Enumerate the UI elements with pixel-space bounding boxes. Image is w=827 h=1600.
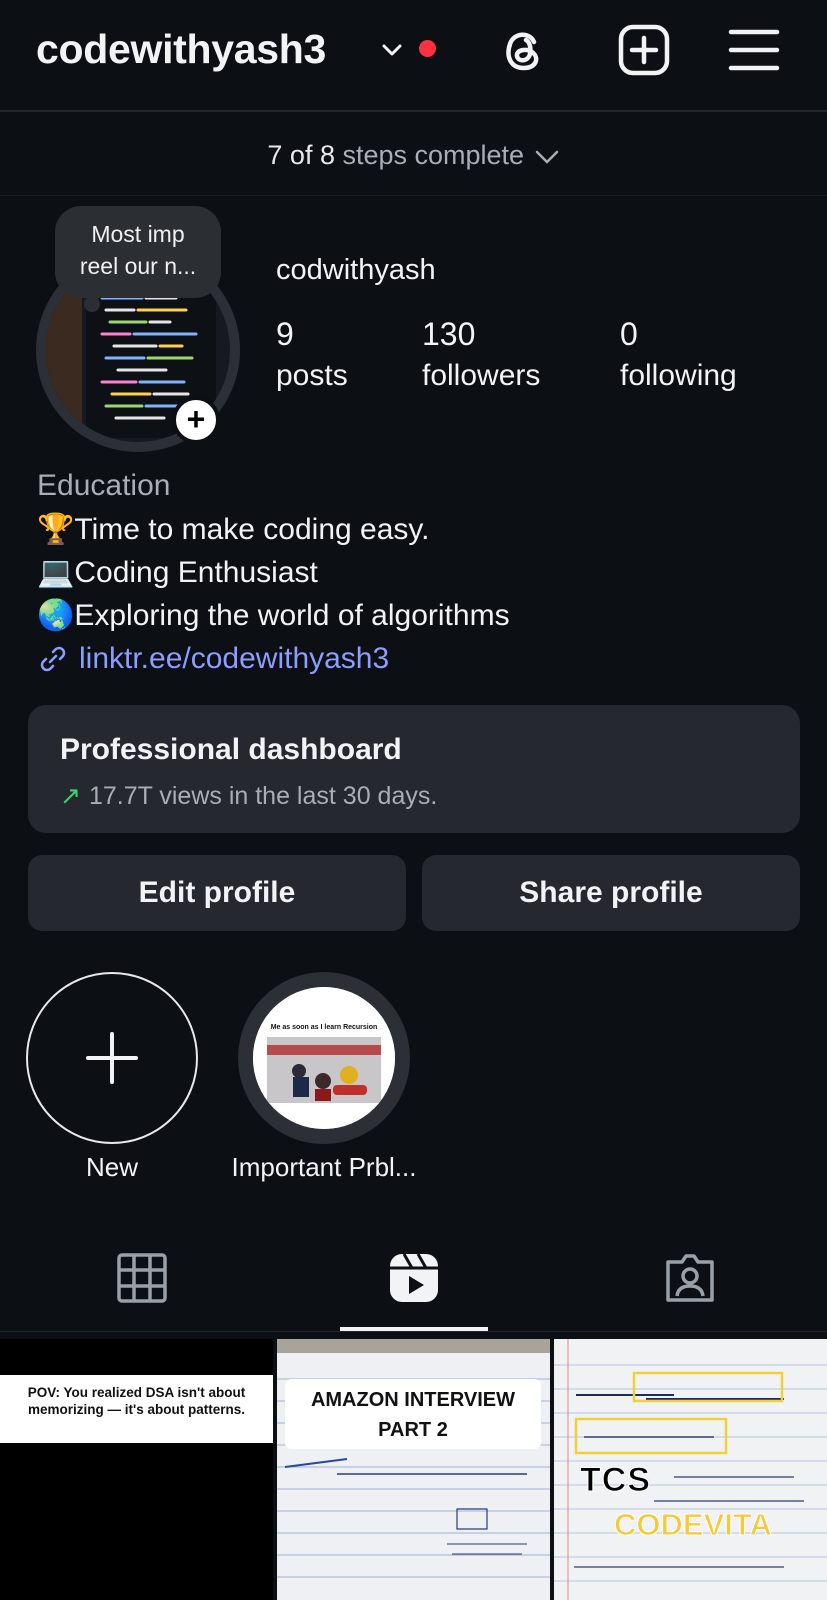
note-line-1: Most imp [91, 221, 185, 247]
divider [0, 1331, 827, 1332]
reel-tile[interactable]: TCS CODEVITA [554, 1339, 827, 1600]
share-profile-button[interactable]: Share profile [422, 855, 800, 931]
bio-line: 🏆Time to make coding easy. [37, 513, 430, 546]
trophy-emoji: 🏆 [37, 513, 75, 546]
link-icon [40, 646, 66, 671]
note-line-2: reel our n... [79, 253, 197, 279]
stat-following[interactable]: 0 following [620, 316, 737, 393]
threads-icon[interactable] [496, 22, 552, 78]
stat-posts[interactable]: 9 posts [276, 316, 348, 393]
highlight-label: Important Prbl... [231, 1152, 417, 1182]
new-highlight-button[interactable] [26, 972, 198, 1144]
chevron-down-icon[interactable] [378, 36, 406, 64]
divider [0, 195, 827, 196]
setup-steps-banner[interactable]: 7 of 8 steps complete [0, 140, 827, 171]
laptop-emoji: 💻 [37, 556, 75, 589]
top-bar: codewithyash3 [0, 0, 827, 112]
highlight-label: New [85, 1152, 138, 1182]
bio-line: 💻Coding Enthusiast [37, 556, 318, 589]
dashboard-title: Professional dashboard [60, 733, 402, 766]
chevron-down-icon [535, 150, 558, 164]
account-username[interactable]: codewithyash3 [36, 26, 326, 73]
stat-value: 9 [276, 316, 294, 352]
thumbnail-caption: Me as soon as I learn Recursion [271, 1024, 378, 1031]
stat-label: followers [422, 359, 541, 392]
bio-category: Education [37, 469, 171, 502]
professional-dashboard-card[interactable]: Professional dashboard ↗ 17.7T views in t… [28, 705, 800, 833]
steps-label: steps complete [342, 140, 525, 170]
profile-note[interactable]: Most imp reel our n... [55, 206, 221, 298]
reel-tile[interactable]: AMAZON INTERVIEW PART 2 [277, 1339, 550, 1600]
dashboard-subtitle: ↗ 17.7T views in the last 30 days. [60, 782, 438, 810]
tagged-icon[interactable] [664, 1252, 716, 1304]
note-bubble-tail [84, 296, 100, 312]
stat-followers[interactable]: 130 followers [422, 316, 540, 393]
profile-bio: Education 🏆Time to make coding easy. 💻Co… [37, 464, 797, 680]
stat-value: 0 [620, 316, 638, 352]
menu-icon[interactable] [726, 22, 782, 78]
meme-image: Me as soon as I learn Recursion [253, 987, 395, 1129]
reel-caption: CODEVITA [614, 1507, 773, 1543]
stat-label: following [620, 359, 737, 392]
reel-tile[interactable]: POV: You realized DSA isn't about memori… [0, 1339, 273, 1600]
trend-up-icon: ↗ [60, 782, 81, 810]
stat-value: 130 [422, 316, 476, 352]
plus-icon [86, 1032, 138, 1084]
highlight-thumbnail[interactable]: Me as soon as I learn Recursion [253, 987, 395, 1129]
reel-caption: AMAZON INTERVIEW PART 2 [285, 1379, 541, 1449]
add-story-button[interactable]: + [172, 396, 220, 444]
bio-line: 🌏Exploring the world of algorithms [37, 599, 510, 632]
notification-dot [419, 40, 436, 57]
steps-count: 7 of 8 [267, 140, 335, 170]
globe-emoji: 🌏 [37, 599, 75, 632]
edit-profile-button[interactable]: Edit profile [28, 855, 406, 931]
grid-icon[interactable] [116, 1252, 168, 1304]
display-name: codwithyash [276, 254, 436, 286]
bio-link[interactable]: linktr.ee/codewithyash3 [37, 637, 797, 680]
create-post-icon[interactable] [616, 22, 672, 78]
reel-caption: POV: You realized DSA isn't about memori… [0, 1375, 273, 1443]
stat-label: posts [276, 359, 348, 392]
reel-caption: TCS [580, 1461, 651, 1500]
reels-icon[interactable] [388, 1252, 440, 1304]
